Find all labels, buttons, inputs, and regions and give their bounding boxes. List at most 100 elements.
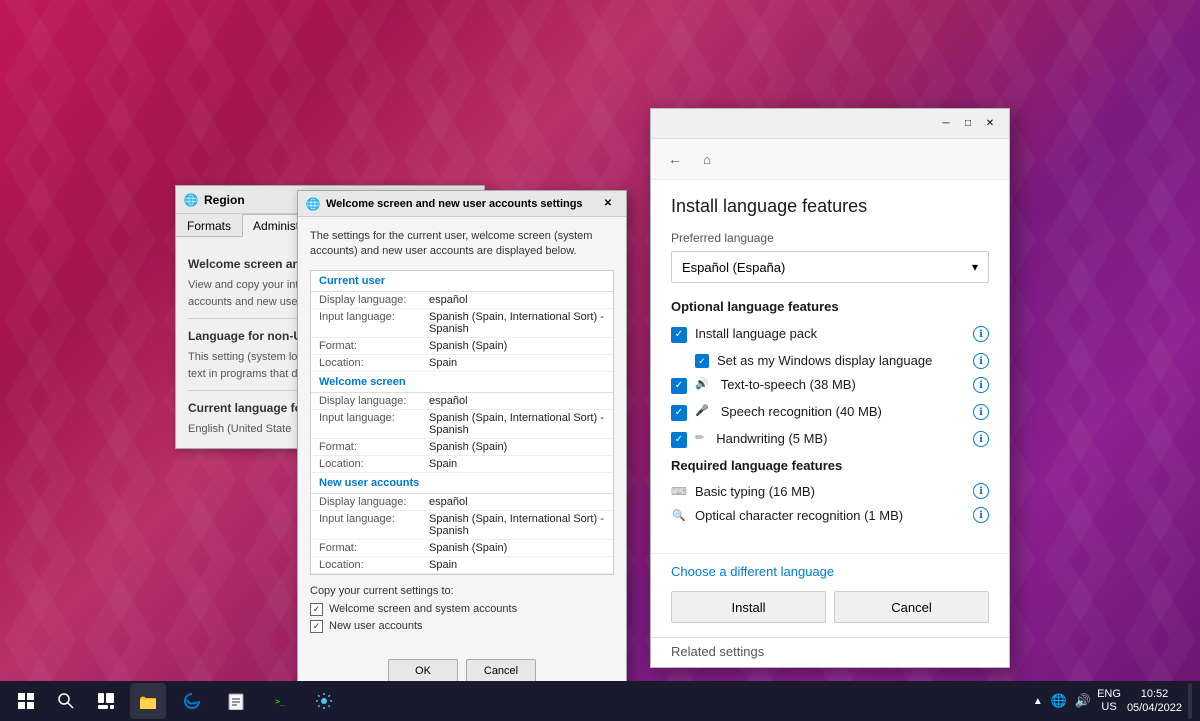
handwriting-info-icon[interactable]: ℹ (973, 431, 989, 447)
tts-icon: 🔊 (695, 377, 709, 390)
newuser-display-lang-value: español (429, 496, 605, 508)
speech-rec-label: Speech recognition (40 MB) (721, 404, 965, 419)
install-footer: Choose a different language Install Canc… (651, 553, 1009, 637)
cancel-install-button[interactable]: Cancel (834, 591, 989, 623)
newuser-display-lang-row: Display language: español (311, 494, 613, 511)
install-minimize-btn[interactable]: ─ (937, 115, 955, 133)
taskbar-clock[interactable]: 10:52 05/04/2022 (1127, 687, 1182, 716)
region-code: US (1097, 701, 1121, 714)
current-display-lang-value: español (429, 294, 605, 306)
welcome-titlebar-controls: ✕ (598, 195, 618, 213)
install-close-btn[interactable]: ✕ (981, 115, 999, 133)
taskbar: >_ ▲ 🌐 🔊 ENG US 10:52 05/0 (0, 681, 1200, 721)
language-selected-value: Español (España) (682, 260, 785, 275)
basic-typing-item: ⌨ Basic typing (16 MB) ℹ (671, 483, 989, 499)
install-language-panel: ─ □ ✕ ← ⌂ Install language features Pref… (650, 108, 1010, 668)
desktop: 🌐 Region ─ □ ✕ Formats Administrative We… (0, 0, 1200, 721)
tab-formats[interactable]: Formats (176, 214, 242, 237)
welcome-input-lang-row: Input language: Spanish (Spain, Internat… (311, 410, 613, 439)
install-nav: ← ⌂ (651, 139, 1009, 180)
handwriting-checkbox[interactable]: ✓ (671, 432, 687, 448)
set-display-checkmark-icon: ✓ (698, 357, 706, 366)
checkmark-icon: ✓ (675, 330, 683, 340)
handwriting-label: Handwriting (5 MB) (716, 431, 965, 446)
taskbar-right: ▲ 🌐 🔊 ENG US 10:52 05/04/2022 (1033, 683, 1192, 719)
arrow-up-icon[interactable]: ▲ (1033, 696, 1043, 707)
show-desktop-button[interactable] (1188, 683, 1192, 719)
newuser-input-lang-row: Input language: Spanish (Spain, Internat… (311, 511, 613, 540)
nav-home-button[interactable]: ⌂ (695, 147, 719, 171)
welcome-input-lang-value: Spanish (Spain, International Sort) - Sp… (429, 412, 605, 436)
taskbar-terminal[interactable]: >_ (262, 683, 298, 719)
set-display-lang-item: ✓ Set as my Windows display language ℹ (671, 353, 989, 369)
choose-different-language-link[interactable]: Choose a different language (671, 564, 989, 579)
lang-code: ENG (1097, 688, 1121, 701)
speech-rec-checkbox[interactable]: ✓ (671, 405, 687, 421)
tts-checkbox[interactable]: ✓ (671, 378, 687, 394)
region-window-icon: 🌐 (184, 193, 198, 207)
volume-icon[interactable]: 🔊 (1075, 693, 1091, 709)
welcome-format-label: Format: (319, 441, 429, 453)
region-window-title: Region (204, 193, 245, 207)
search-button[interactable] (48, 683, 84, 719)
welcome-description: The settings for the current user, welco… (310, 229, 614, 260)
checkbox-welcome[interactable]: ✓ (310, 603, 323, 616)
taskbar-file-explorer[interactable] (130, 683, 166, 719)
language-indicator[interactable]: ENG US (1097, 688, 1121, 714)
speech-rec-icon: 🎤 (695, 404, 709, 417)
welcome-close-btn[interactable]: ✕ (598, 195, 618, 213)
ocr-label: Optical character recognition (1 MB) (695, 508, 965, 523)
taskbar-left: >_ (8, 683, 344, 719)
set-display-lang-checkbox[interactable]: ✓ (695, 354, 709, 368)
install-lang-pack-info-icon[interactable]: ℹ (973, 326, 989, 342)
newuser-format-row: Format: Spanish (Spain) (311, 540, 613, 557)
newuser-display-lang-label: Display language: (319, 496, 429, 508)
welcome-format-value: Spanish (Spain) (429, 441, 605, 453)
welcome-dialog: 🌐 Welcome screen and new user accounts s… (297, 190, 627, 696)
speech-rec-checkmark-icon: ✓ (675, 408, 683, 418)
basic-typing-info-icon[interactable]: ℹ (973, 483, 989, 499)
copy-title: Copy your current settings to: (310, 585, 614, 597)
taskbar-settings-app[interactable] (306, 683, 342, 719)
ocr-info-icon[interactable]: ℹ (973, 507, 989, 523)
network-icon[interactable]: 🌐 (1051, 693, 1067, 709)
cancel-button[interactable]: Cancel (466, 659, 536, 683)
tts-info-icon[interactable]: ℹ (973, 377, 989, 393)
set-display-info-icon[interactable]: ℹ (973, 353, 989, 369)
ok-button[interactable]: OK (388, 659, 458, 683)
welcome-dialog-title: Welcome screen and new user accounts set… (326, 198, 583, 210)
related-settings: Related settings (651, 637, 1009, 667)
clock-time: 10:52 (1127, 687, 1182, 701)
taskbar-system-icons: ▲ 🌐 🔊 (1033, 693, 1091, 709)
current-format-row: Format: Spanish (Spain) (311, 338, 613, 355)
newuser-location-label: Location: (319, 559, 429, 571)
welcome-location-row: Location: Spain (311, 456, 613, 473)
install-body: Install language features Preferred lang… (651, 180, 1009, 553)
install-title: Install language features (671, 196, 989, 217)
speech-rec-info-icon[interactable]: ℹ (973, 404, 989, 420)
checkbox-newuser[interactable]: ✓ (310, 620, 323, 633)
taskbar-edge[interactable] (174, 683, 210, 719)
handwriting-icon: ✏ (695, 431, 704, 444)
welcome-input-lang-label: Input language: (319, 412, 429, 436)
install-maximize-btn[interactable]: □ (959, 115, 977, 133)
install-button[interactable]: Install (671, 591, 826, 623)
install-lang-pack-checkbox[interactable]: ✓ (671, 327, 687, 343)
language-dropdown[interactable]: Español (España) ▾ (671, 251, 989, 283)
newuser-location-row: Location: Spain (311, 557, 613, 574)
install-lang-pack-label: Install language pack (695, 326, 965, 341)
checkbox-newuser-label: New user accounts (329, 620, 423, 632)
install-titlebar: ─ □ ✕ (651, 109, 1009, 139)
welcome-display-lang-value: español (429, 395, 605, 407)
new-user-header: New user accounts (311, 473, 613, 494)
current-location-row: Location: Spain (311, 355, 613, 372)
welcome-window-icon: 🌐 (306, 197, 320, 211)
taskbar-notepad[interactable] (218, 683, 254, 719)
tts-checkmark-icon: ✓ (675, 381, 683, 391)
task-view-button[interactable] (88, 683, 124, 719)
basic-typing-icon: ⌨ (671, 483, 687, 499)
copy-section: Copy your current settings to: ✓ Welcome… (310, 585, 614, 633)
nav-back-button[interactable]: ← (663, 147, 687, 171)
welcome-format-row: Format: Spanish (Spain) (311, 439, 613, 456)
start-button[interactable] (8, 683, 44, 719)
